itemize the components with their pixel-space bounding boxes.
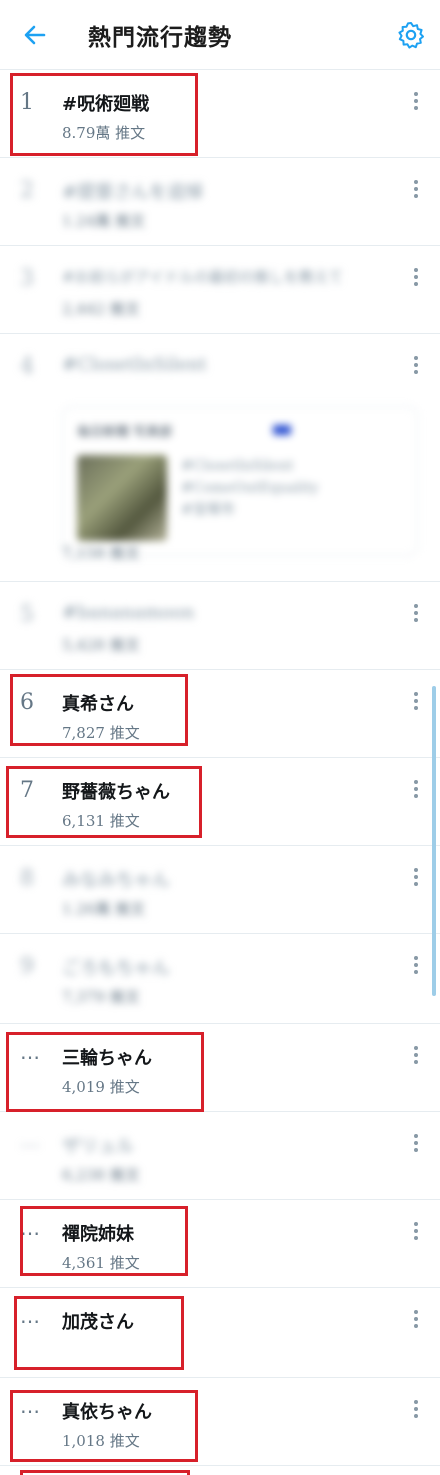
trend-rank: 5: [20, 602, 34, 627]
gear-icon[interactable]: [396, 20, 426, 50]
trend-row-4[interactable]: 4 #ClosetInSilent 毎日新聞 写真部 #ClosetInSile…: [0, 334, 440, 582]
trend-rank: 1: [20, 90, 34, 115]
trend-name: #呪術廻戦: [62, 94, 150, 115]
scrollbar[interactable]: [432, 686, 436, 996]
trend-row-10[interactable]: … 三輪ちゃん 4,019 推文: [0, 1024, 440, 1112]
trend-count: 7,827 推文: [62, 724, 140, 742]
trend-count: 6,131 推文: [62, 812, 140, 830]
trend-rank: …: [20, 1216, 41, 1240]
arrow-left-icon[interactable]: [18, 18, 52, 52]
trend-rank: 4: [20, 354, 34, 379]
trend-count: 7,158 推文: [62, 544, 140, 562]
trend-row-6[interactable]: 6 真希さん 7,827 推文: [0, 670, 440, 758]
trend-rank: …: [20, 1304, 41, 1328]
trend-row-3[interactable]: 3 #お前らがアイドルの最初の推しを教えて 2,442 推文: [0, 246, 440, 334]
trend-name: ザリュル: [62, 1136, 134, 1157]
more-options-icon[interactable]: [412, 180, 420, 200]
trend-row-2[interactable]: 2 #提督さんを追悼 1.24萬 推文: [0, 158, 440, 246]
trend-row-11[interactable]: … ザリュル 6,238 推文: [0, 1112, 440, 1200]
trend-rank: 9: [20, 954, 34, 979]
more-options-icon[interactable]: [412, 1134, 420, 1154]
trend-count: 8.79萬 推文: [62, 124, 146, 142]
more-options-icon[interactable]: [412, 92, 420, 112]
trend-rank: 7: [20, 778, 34, 803]
trend-name: #ClosetInSilent: [62, 354, 207, 375]
trend-name: 禪院姉妹: [62, 1224, 134, 1245]
trend-name: #bananamoon: [62, 602, 195, 623]
trend-count: 5,428 推文: [62, 636, 140, 654]
trend-rank: 3: [20, 266, 34, 291]
more-options-icon[interactable]: [412, 956, 420, 976]
highlight-box: [20, 1470, 190, 1475]
card-thumbnail: [77, 455, 167, 541]
card-tag: #ClosetInSilent: [181, 458, 294, 474]
more-options-icon[interactable]: [412, 604, 420, 624]
card-tags: #ClosetInSilent #ComeOutEquality #宝塚市: [181, 455, 319, 521]
trend-rank: 6: [20, 690, 34, 715]
trend-row-9[interactable]: 9 ごろもちゃん 7,379 推文: [0, 934, 440, 1024]
more-options-icon[interactable]: [412, 1046, 420, 1066]
more-options-icon[interactable]: [412, 1310, 420, 1330]
card-tag: #宝塚市: [181, 502, 235, 518]
top-bar: 熱門流行趨勢: [0, 0, 440, 70]
trend-count: 4,019 推文: [62, 1078, 140, 1096]
card-tag: #ComeOutEquality: [181, 480, 319, 496]
flag-icon: [273, 425, 291, 435]
trend-count: 6,238 推文: [62, 1166, 140, 1184]
trend-rank: …: [20, 1394, 41, 1418]
trend-count: 1.24萬 推文: [62, 212, 146, 230]
more-options-icon[interactable]: [412, 356, 420, 376]
trend-name: 三輪ちゃん: [62, 1048, 152, 1069]
trend-row-7[interactable]: 7 野薔薇ちゃん 6,131 推文: [0, 758, 440, 846]
trend-rank: 8: [20, 866, 34, 891]
trend-name: #提督さんを追悼: [62, 182, 204, 203]
trend-count: 2,442 推文: [62, 300, 140, 318]
trend-rank: …: [20, 1128, 41, 1152]
trend-name: 真依ちゃん: [62, 1402, 152, 1423]
trend-name: 加茂さん: [62, 1312, 134, 1333]
trend-rank: …: [20, 1040, 41, 1064]
trend-row-5[interactable]: 5 #bananamoon 5,428 推文: [0, 582, 440, 670]
card-account-name: 毎日新聞 写真部: [77, 425, 173, 440]
trend-name: みなみちゃん: [62, 870, 170, 891]
trend-row-13[interactable]: … 加茂さん: [0, 1288, 440, 1378]
trend-row-8[interactable]: 8 みなみちゃん 1.26萬 推文: [0, 846, 440, 934]
more-options-icon[interactable]: [412, 868, 420, 888]
trend-count: 4,361 推文: [62, 1254, 140, 1272]
trend-name: ごろもちゃん: [62, 958, 170, 979]
trend-rank: 2: [20, 178, 34, 203]
trend-count: 1,018 推文: [62, 1432, 140, 1450]
more-options-icon[interactable]: [412, 268, 420, 288]
more-options-icon[interactable]: [412, 1222, 420, 1242]
trend-row-1[interactable]: 1 #呪術廻戦 8.79萬 推文: [0, 70, 440, 158]
trend-count: 1.26萬 推文: [62, 900, 146, 918]
trend-row-14[interactable]: … 真依ちゃん 1,018 推文: [0, 1378, 440, 1466]
more-options-icon[interactable]: [412, 780, 420, 800]
trend-name: 真希さん: [62, 694, 134, 715]
more-options-icon[interactable]: [412, 1400, 420, 1420]
trend-row-12[interactable]: … 禪院姉妹 4,361 推文: [0, 1200, 440, 1288]
trend-count: 7,379 推文: [62, 988, 140, 1006]
trend-name: 野薔薇ちゃん: [62, 782, 170, 803]
page-title: 熱門流行趨勢: [88, 24, 232, 51]
more-options-icon[interactable]: [412, 692, 420, 712]
trend-name: #お前らがアイドルの最初の推しを教えて: [62, 268, 344, 286]
tweet-preview-card[interactable]: 毎日新聞 写真部 #ClosetInSilent #ComeOutEqualit…: [62, 406, 418, 556]
